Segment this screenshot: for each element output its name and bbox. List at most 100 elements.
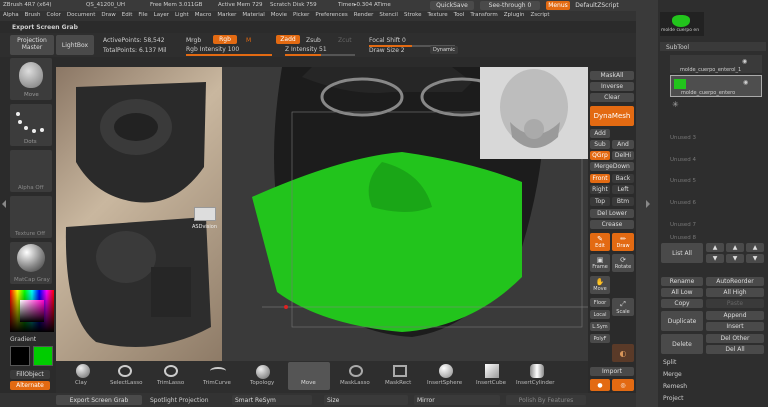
subtool-header[interactable]: SubTool xyxy=(666,44,689,51)
rename-button[interactable]: Rename xyxy=(661,277,703,286)
project-section[interactable]: Project xyxy=(663,395,684,402)
arrow-down-right-button[interactable]: ▼ xyxy=(726,254,744,263)
split-section[interactable]: Split xyxy=(663,359,676,366)
menu-texture[interactable]: Texture xyxy=(428,13,448,19)
menu-color[interactable]: Color xyxy=(47,13,61,19)
left-collapse-arrow[interactable] xyxy=(2,200,6,208)
subtool-unused-3[interactable]: Unused 3 xyxy=(670,135,696,141)
zsub-toggle[interactable]: Zsub xyxy=(306,37,321,44)
menu-brush[interactable]: Brush xyxy=(25,13,41,19)
front-button[interactable]: Front xyxy=(590,174,610,183)
z-intensity[interactable]: Z Intensity 51 xyxy=(285,46,327,53)
bottom-tool-insertcube[interactable]: InsertCube xyxy=(472,362,512,390)
dynamesh-button[interactable]: DynaMesh xyxy=(590,106,634,126)
menu-render[interactable]: Render xyxy=(354,13,374,19)
subtool-unused-6[interactable]: Unused 6 xyxy=(670,200,696,206)
rgb-intensity[interactable]: Rgb Intensity 100 xyxy=(186,46,239,53)
crease-button[interactable]: Crease xyxy=(590,220,634,229)
edit-button[interactable]: ✎ Edit xyxy=(590,233,610,251)
import-button[interactable]: Import xyxy=(590,367,634,376)
polish-by-features-button[interactable]: Polish By Features xyxy=(506,395,586,405)
right-collapse-arrow[interactable] xyxy=(646,200,650,208)
visibility-eye-icon-2[interactable]: ◉ xyxy=(743,80,748,86)
floor-button[interactable]: Floor xyxy=(590,298,610,307)
menu-macro[interactable]: Macro xyxy=(195,13,212,19)
main-color-swatch[interactable] xyxy=(10,346,30,366)
clear-button[interactable]: Clear xyxy=(590,93,634,102)
merge-section[interactable]: Merge xyxy=(663,371,682,378)
and-button[interactable]: And xyxy=(612,140,634,149)
tool-thumbnail[interactable]: molde cuerpo en xyxy=(660,12,704,36)
default-zscript-button[interactable]: DefaultZScript xyxy=(572,1,622,10)
subtool-unused-5[interactable]: Unused 5 xyxy=(670,178,696,184)
color-picker[interactable] xyxy=(10,290,54,332)
m-toggle[interactable]: M xyxy=(246,37,251,44)
polyf-button[interactable]: PolyF xyxy=(590,334,610,343)
paste-button[interactable]: Paste xyxy=(706,299,764,308)
local-button[interactable]: Local xyxy=(590,310,610,319)
rotate-button[interactable]: ⟳ Rotate xyxy=(612,254,634,272)
menu-alpha[interactable]: Alpha xyxy=(3,13,19,19)
bottom-tool-move[interactable]: Move xyxy=(288,362,330,390)
append-button[interactable]: Append xyxy=(706,311,764,320)
menu-zscript[interactable]: Zscript xyxy=(530,13,549,19)
lsym-button[interactable]: L.Sym xyxy=(590,322,610,331)
menu-layer[interactable]: Layer xyxy=(154,13,169,19)
bottom-tool-clay[interactable]: Clay xyxy=(66,362,102,390)
menu-stencil[interactable]: Stencil xyxy=(379,13,398,19)
rgb-intensity-slider[interactable] xyxy=(186,54,272,56)
bottom-view-button[interactable]: Btm xyxy=(612,197,634,206)
bottom-tool-maskrect[interactable]: MaskRect xyxy=(380,362,420,390)
quicksave-button[interactable]: QuickSave xyxy=(430,1,474,10)
menu-zplugin[interactable]: Zplugin xyxy=(504,13,525,19)
rgb-toggle[interactable]: Rgb xyxy=(213,35,237,44)
z-intensity-slider[interactable] xyxy=(285,54,355,56)
menu-marker[interactable]: Marker xyxy=(217,13,236,19)
zadd-toggle[interactable]: Zadd xyxy=(276,35,300,44)
del-other-button[interactable]: Del Other xyxy=(706,334,764,343)
scale-button[interactable]: ⤢ Scale xyxy=(612,298,634,316)
texture-thumbnail[interactable]: Texture Off xyxy=(10,196,52,238)
mask-all-button[interactable]: MaskAll xyxy=(590,71,634,80)
left-view-button[interactable]: Left xyxy=(612,185,634,194)
alpha-thumbnail[interactable]: Alpha Off xyxy=(10,150,52,192)
bottom-tool-topology[interactable]: Topology xyxy=(244,362,282,390)
delhi-button[interactable]: DelHi xyxy=(612,151,634,160)
menu-file[interactable]: File xyxy=(138,13,147,19)
subtool-item-2[interactable]: molde_cuerpo_entero ◉ xyxy=(670,75,762,97)
draw-button[interactable]: ✏ Draw xyxy=(612,233,634,251)
menu-picker[interactable]: Picker xyxy=(293,13,309,19)
move-view-button[interactable]: ✋ Move xyxy=(590,276,610,294)
arrow-up-far-button[interactable]: ▲ xyxy=(746,243,764,252)
arrow-up-right-button[interactable]: ▲ xyxy=(726,243,744,252)
export-screen-grab-button[interactable]: Export Screen Grab xyxy=(56,395,142,405)
arrow-down-left-button[interactable]: ▼ xyxy=(706,254,724,263)
menu-document[interactable]: Document xyxy=(67,13,96,19)
back-button[interactable]: Back xyxy=(612,174,634,183)
smart-resym-button[interactable]: Smart ReSym xyxy=(232,395,312,405)
fill-object-button[interactable]: FillObject xyxy=(10,370,50,379)
del-lower-button[interactable]: Del Lower xyxy=(590,209,634,218)
menu-draw[interactable]: Draw xyxy=(101,13,115,19)
draw-size[interactable]: Draw Size 2 xyxy=(369,47,405,54)
copy-button[interactable]: Copy xyxy=(661,299,703,308)
mirror-button[interactable]: Mirror xyxy=(414,395,500,405)
menu-edit[interactable]: Edit xyxy=(122,13,133,19)
insert-button[interactable]: Insert xyxy=(706,322,764,331)
arrow-up-left-button[interactable]: ▲ xyxy=(706,243,724,252)
subtool-unused-8[interactable]: Unused 8 xyxy=(670,235,696,241)
qgrp-button[interactable]: QGrp xyxy=(590,151,610,160)
all-low-button[interactable]: All Low xyxy=(661,288,703,297)
all-high-button[interactable]: All High xyxy=(706,288,764,297)
menu-preferences[interactable]: Preferences xyxy=(315,13,347,19)
del-all-button[interactable]: Del All xyxy=(706,345,764,354)
spotlight-projection[interactable]: Spotlight Projection xyxy=(150,397,209,404)
menu-light[interactable]: Light xyxy=(175,13,189,19)
subtool-unused-7[interactable]: Unused 7 xyxy=(670,222,696,228)
see-through-slider[interactable]: See-through 0 xyxy=(480,1,540,10)
duplicate-button[interactable]: Duplicate xyxy=(661,311,703,331)
top-view-button[interactable]: Top xyxy=(590,197,610,206)
menu-stroke[interactable]: Stroke xyxy=(404,13,422,19)
projection-master-button[interactable]: Projection Master xyxy=(10,35,54,55)
bottom-tool-selectlasso[interactable]: SelectLasso xyxy=(104,362,146,390)
